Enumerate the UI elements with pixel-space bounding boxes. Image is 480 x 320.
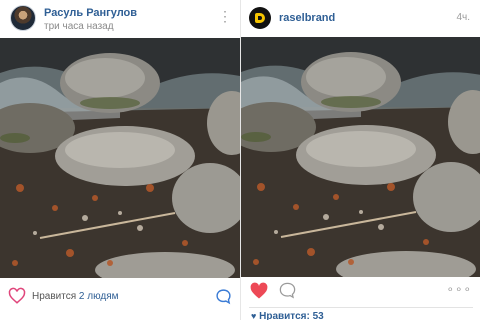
avatar[interactable]: [10, 5, 36, 31]
likes-prefix: Нравится: [32, 291, 77, 302]
small-heart-icon: ♥: [251, 311, 257, 320]
post-photo[interactable]: [0, 38, 240, 278]
horizontal-ellipsis-icon[interactable]: ∘∘∘: [446, 282, 472, 296]
vertical-ellipsis-icon[interactable]: ⋮: [218, 9, 232, 23]
likes-count[interactable]: ♥ Нравится: 53: [251, 311, 324, 320]
post-timestamp: три часа назад: [44, 21, 114, 32]
likes-count-label: Нравится: 53: [259, 311, 324, 320]
post-footer: ∘∘∘ ♥ Нравится: 53: [241, 277, 480, 320]
post-header: raselbrand 4ч.: [241, 0, 480, 38]
heart-filled-icon[interactable]: [249, 281, 269, 301]
username[interactable]: raselbrand: [279, 12, 335, 24]
avatar[interactable]: [249, 7, 271, 29]
post-card-left: Расуль Рангулов три часа назад ⋮ Нравитс…: [0, 0, 240, 320]
heart-outline-icon[interactable]: [8, 287, 26, 305]
post-timestamp: 4ч.: [456, 12, 470, 23]
post-card-right: raselbrand 4ч. ∘∘∘ ♥ Нравится: 53: [240, 0, 480, 320]
comment-icon[interactable]: [278, 281, 297, 300]
post-footer: Нравится 2 людям: [0, 278, 240, 320]
post-header: Расуль Рангулов три часа назад ⋮: [0, 0, 240, 38]
post-photo[interactable]: [241, 37, 480, 277]
username[interactable]: Расуль Рангулов: [44, 7, 137, 19]
likes-link[interactable]: 2 людям: [79, 291, 119, 302]
comment-icon[interactable]: [215, 288, 232, 305]
like-summary: Нравится 2 людям: [32, 291, 119, 302]
divider: [249, 307, 473, 308]
